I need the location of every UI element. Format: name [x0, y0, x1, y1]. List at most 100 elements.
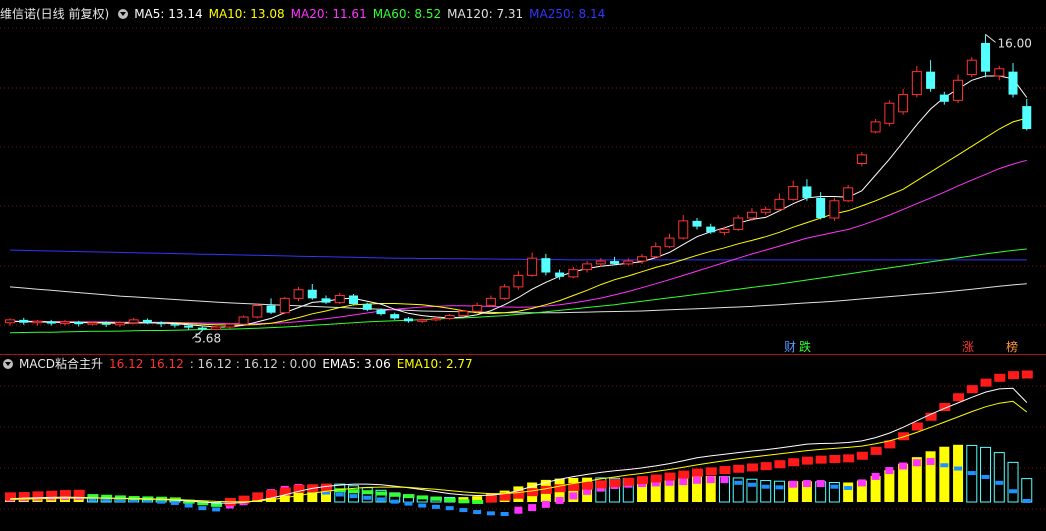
macd-block-magenta — [555, 496, 564, 504]
candle-body-up — [293, 289, 304, 299]
candle-body-up — [774, 198, 785, 210]
marker-cai[interactable]: 财 — [783, 340, 797, 354]
macd-bar-cyan — [980, 446, 992, 503]
macd-block-green — [403, 494, 415, 499]
candle-body-up — [719, 228, 730, 233]
macd-block-blue — [761, 484, 770, 489]
candle-body-up — [472, 305, 483, 312]
candle-body-up — [650, 246, 661, 258]
macd-block-red — [1008, 371, 1020, 380]
candle-body-up — [898, 94, 909, 113]
macd-block-magenta — [899, 462, 908, 470]
candle-body-down — [981, 42, 991, 72]
macd-block-blue — [473, 510, 482, 515]
candle-body-down — [349, 295, 358, 305]
marker-bang[interactable]: 榜 — [1005, 340, 1019, 354]
macd-block-red — [788, 458, 800, 467]
ma-legend-item: MA120: 7.31 — [447, 7, 524, 21]
candle-body-down — [706, 226, 716, 233]
ma-legend-item: MA60: 8.52 — [372, 7, 442, 21]
chart-canvas: 16.00 5.68 — [0, 27, 1046, 516]
macd-block-magenta — [802, 480, 811, 488]
macd-block-blue — [830, 484, 839, 489]
candle-body-down — [610, 261, 620, 264]
ma60-line — [9, 248, 1027, 334]
macd-block-blue — [967, 471, 976, 476]
candle-body-up — [458, 310, 469, 317]
ma250-line — [9, 249, 1027, 261]
ma-legend-item: MA250: 8.14 — [529, 7, 606, 21]
settings-dropdown-icon[interactable] — [118, 9, 129, 19]
macd-bar-yellow — [843, 482, 854, 502]
candle-body-up — [664, 237, 675, 248]
candle-body-up — [856, 154, 867, 164]
marker-die[interactable]: 跌 — [798, 340, 812, 354]
macd-bar-yellow — [884, 470, 895, 502]
macd-block-red — [774, 460, 786, 469]
candle-body-up — [843, 187, 854, 202]
indicator-title[interactable]: MACD粘合主升 — [19, 357, 103, 371]
macd-block-red — [252, 492, 264, 501]
macd-block-magenta — [857, 479, 866, 487]
candle-body-up — [678, 220, 689, 239]
candle-body-up — [252, 305, 263, 318]
macd-block-magenta — [926, 457, 935, 465]
ma-legend-item: MA10: 13.08 — [208, 7, 285, 21]
ma-legend-item: MA20: 11.61 — [290, 7, 367, 21]
candlestick-series — [5, 34, 1032, 331]
candle-body-down — [307, 289, 317, 299]
macd-block-red — [595, 480, 607, 489]
macd-block-blue — [1022, 499, 1031, 503]
candle-body-up — [527, 257, 538, 276]
indicator-value-3: : 16.12 : 16.12 : 0.00 — [189, 357, 317, 371]
macd-block-blue — [775, 485, 784, 490]
macd-block-red — [637, 476, 649, 485]
candle-body-down — [1008, 71, 1018, 95]
indicator-value-1: 16.12 — [108, 357, 144, 371]
candle-body-down — [541, 258, 551, 273]
macd-block-magenta — [816, 480, 825, 488]
macd-block-blue — [954, 466, 963, 471]
indicator-dropdown-icon[interactable] — [3, 359, 13, 369]
macd-block-blue — [1009, 489, 1018, 494]
macd-block-blue — [212, 507, 221, 512]
macd-block-green — [375, 491, 387, 496]
ema10-label: EMA10: 2.77 — [396, 357, 473, 371]
macd-block-red — [719, 466, 731, 475]
low-price-label: 5.68 — [194, 331, 221, 345]
macd-block-green — [417, 495, 429, 500]
moving-average-lines — [9, 75, 1028, 334]
candle-body-down — [74, 321, 84, 325]
ma10-line — [9, 117, 1027, 326]
candle-body-down — [101, 322, 111, 325]
candle-body-down — [156, 322, 166, 325]
macd-block-magenta — [871, 472, 880, 480]
candle-body-down — [321, 298, 331, 303]
candle-body-up — [623, 260, 634, 265]
macd-block-red — [540, 485, 552, 494]
macd-block-magenta — [528, 504, 537, 512]
candle-body-up — [595, 260, 606, 265]
macd-block-green — [444, 498, 456, 502]
macd-panel — [5, 370, 1033, 516]
marker-zhang[interactable]: 涨 — [961, 340, 975, 354]
macd-block-blue — [459, 508, 468, 513]
macd-block-blue — [995, 480, 1004, 485]
candle-body-down — [197, 327, 207, 330]
macd-bar-cyan — [760, 480, 772, 503]
macd-bar-yellow — [939, 446, 950, 502]
candle-body-up — [224, 323, 235, 328]
macd-block-green — [472, 499, 484, 504]
macd-block-red — [705, 467, 717, 476]
candle-body-up — [444, 315, 455, 319]
candle-body-down — [1022, 106, 1032, 130]
macd-block-red — [733, 464, 745, 473]
macd-block-red — [870, 446, 882, 455]
macd-block-green — [348, 489, 360, 494]
macd-block-magenta — [912, 459, 921, 467]
macd-block-red — [623, 477, 635, 486]
macd-block-red — [980, 378, 992, 387]
candle-body-up — [637, 256, 648, 262]
candle-body-up — [417, 319, 428, 322]
macd-bar-cyan — [993, 452, 1005, 503]
